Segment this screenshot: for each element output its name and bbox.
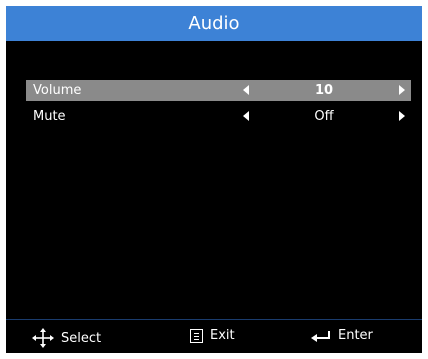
arrow-left-icon[interactable] [243, 111, 249, 121]
arrow-left-icon[interactable] [243, 85, 249, 95]
osd-window: Audio Volume 10 Mute Off Select Exit Ent… [6, 6, 422, 353]
menu-item-mute[interactable]: Mute Off [26, 106, 411, 127]
arrow-right-icon[interactable] [399, 111, 405, 121]
osd-frame: Audio Volume 10 Mute Off Select Exit Ent… [0, 0, 428, 359]
page-title: Audio [188, 13, 240, 34]
four-way-arrows-icon [32, 328, 54, 348]
menu-icon [190, 328, 203, 343]
exit-label: Exit [210, 328, 235, 343]
enter-label: Enter [338, 328, 373, 343]
arrow-right-icon[interactable] [399, 85, 405, 95]
menu-item-label: Volume [33, 83, 82, 98]
exit-hint: Exit [190, 328, 235, 343]
select-label: Select [61, 330, 102, 346]
enter-hint: Enter [311, 328, 373, 343]
select-hint: Select [32, 328, 101, 348]
return-arrow-icon [311, 330, 330, 342]
title-bar: Audio [6, 6, 422, 41]
menu-item-value: Off [314, 109, 334, 124]
menu-item-volume[interactable]: Volume 10 [26, 80, 411, 101]
footer-hints: Select Exit Enter [6, 320, 422, 353]
menu-item-value: 10 [314, 83, 334, 98]
menu-item-label: Mute [33, 109, 66, 124]
